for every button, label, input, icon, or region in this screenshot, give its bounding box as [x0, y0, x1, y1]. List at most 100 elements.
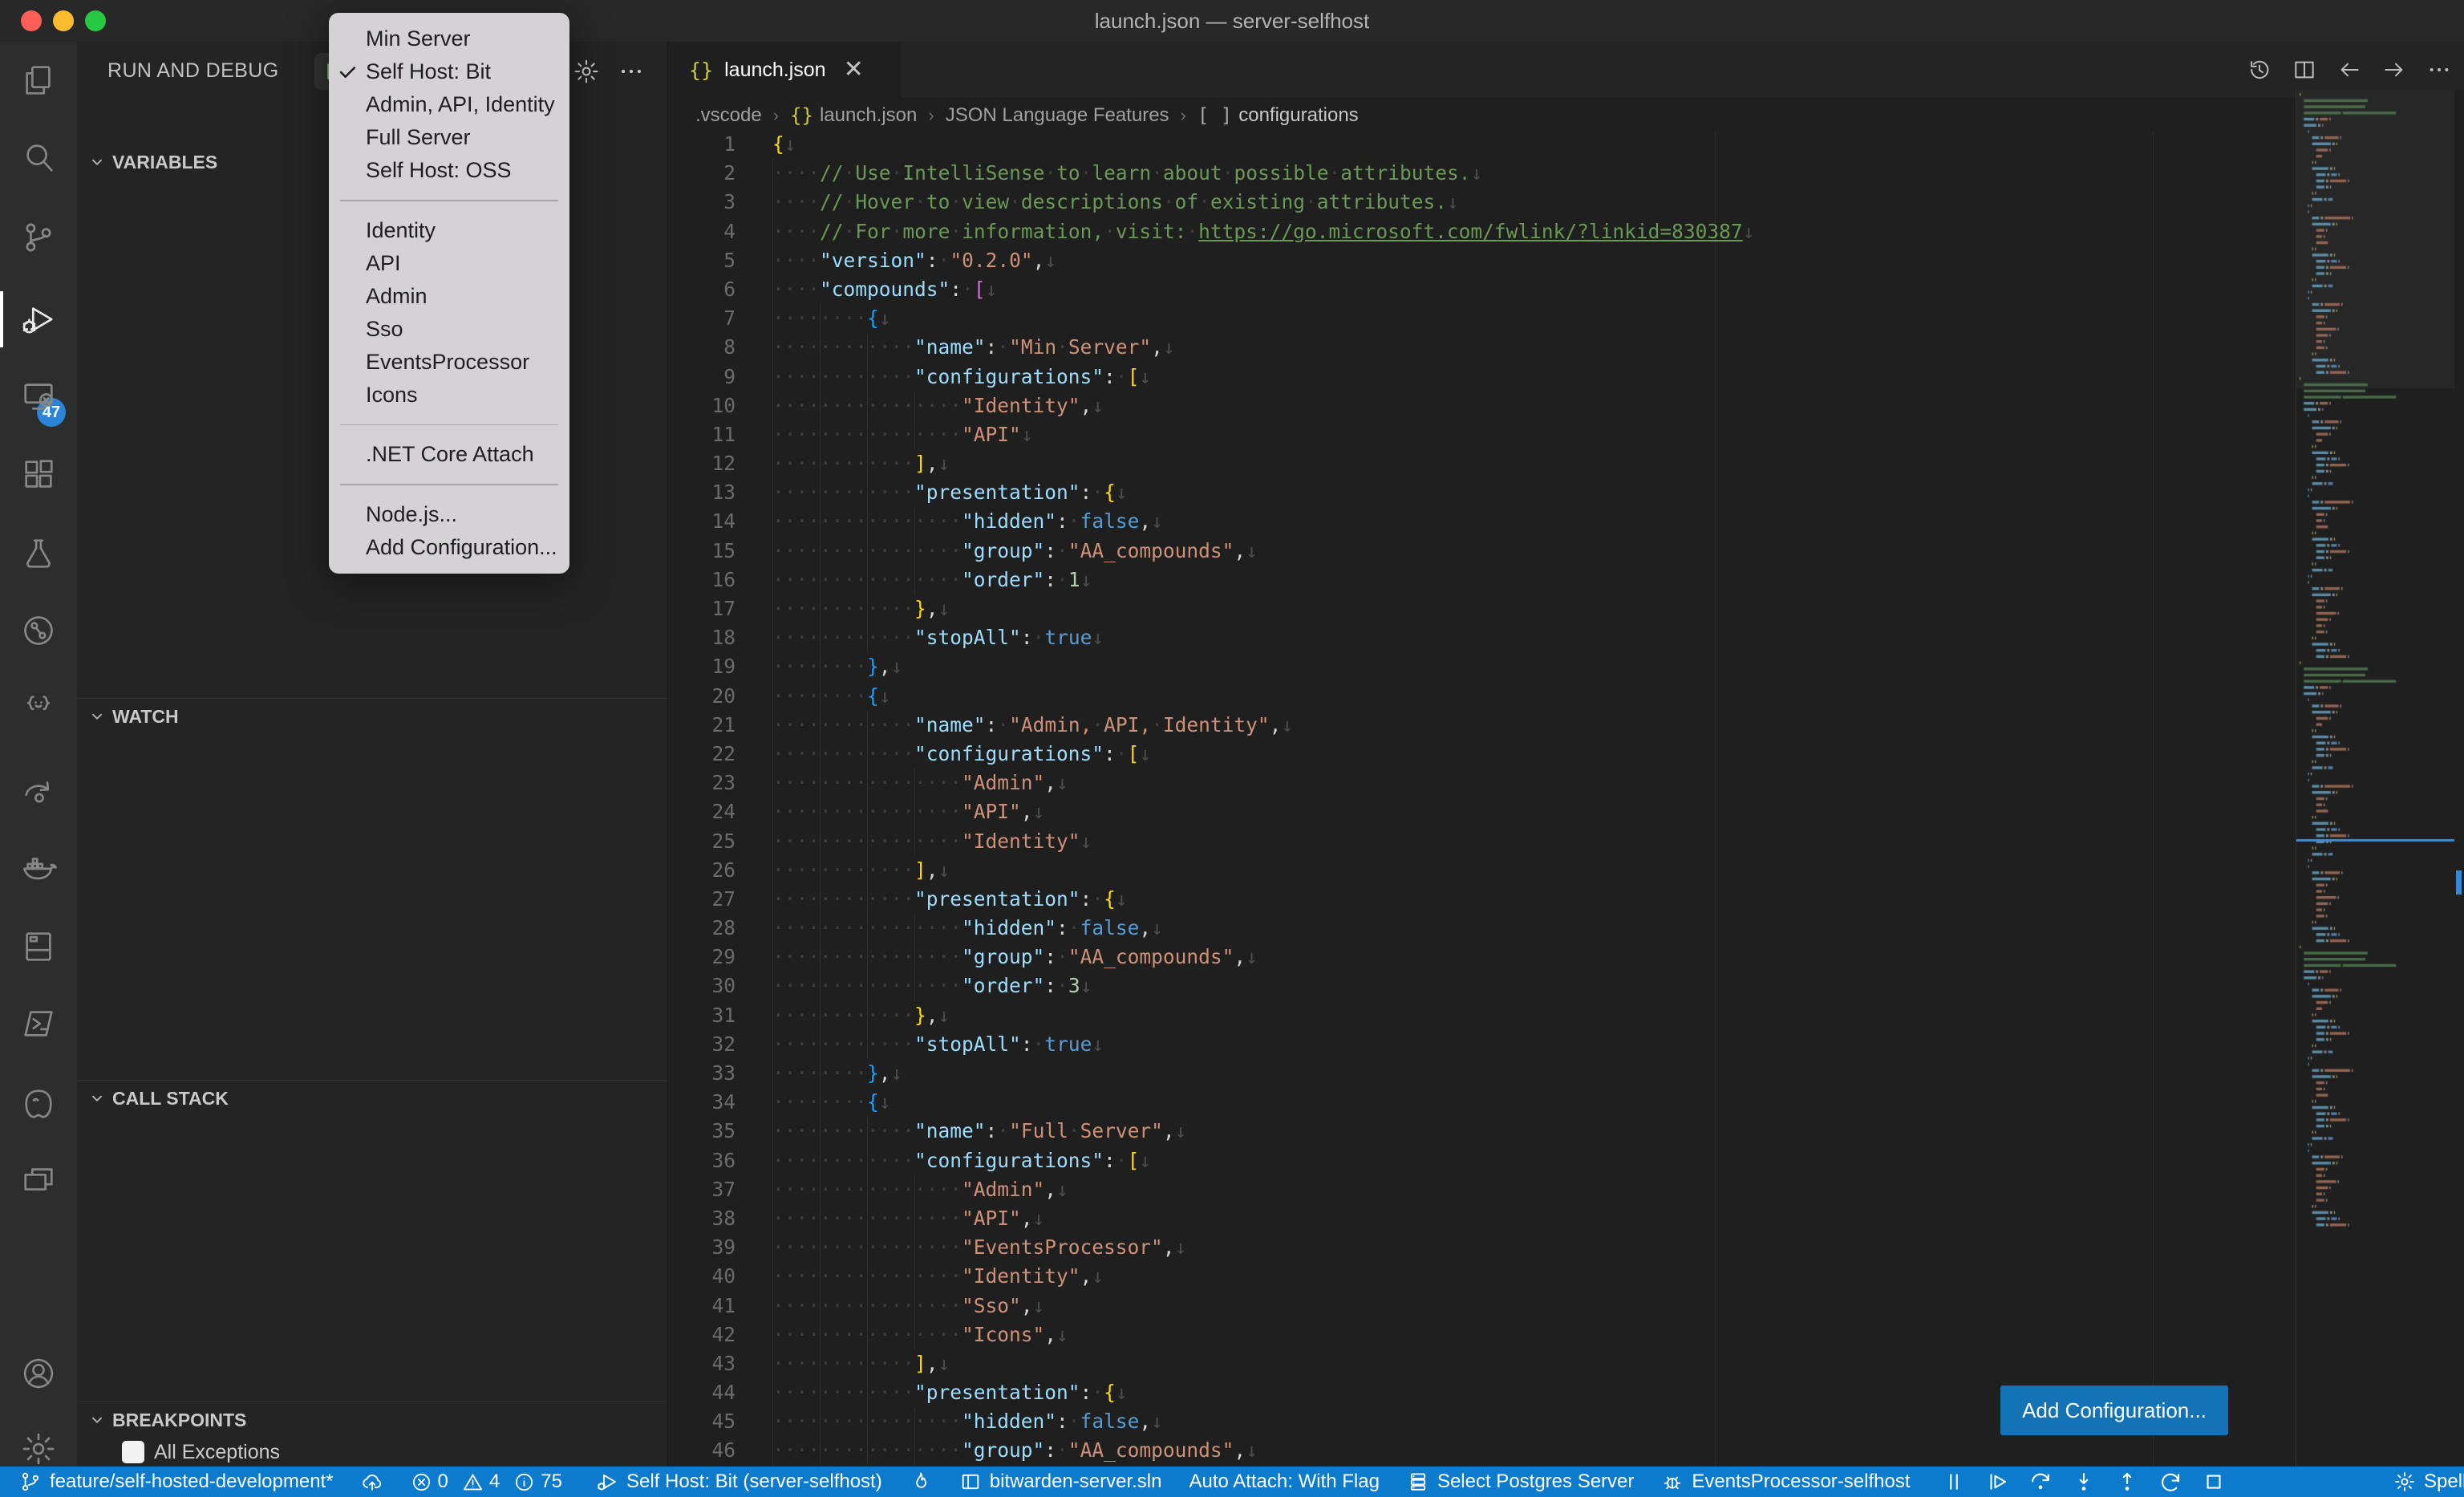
- debug-config-status[interactable]: Self Host: Bit (server-selfhost): [596, 1471, 882, 1493]
- activity-item-extension-storage[interactable]: [0, 913, 77, 980]
- code-line-11[interactable]: 11················"API"↓: [668, 420, 2296, 449]
- code-line-5[interactable]: 5····"version":·"0.2.0",↓: [668, 246, 2296, 275]
- code-line-26[interactable]: 26············],↓: [668, 856, 2296, 885]
- code-line-46[interactable]: 46················"group":·"AA_compounds…: [668, 1436, 2296, 1465]
- step-into-button[interactable]: [2072, 1470, 2096, 1494]
- code-line-42[interactable]: 42················"Icons",↓: [668, 1321, 2296, 1349]
- solution-status[interactable]: bitwarden-server.sln: [959, 1471, 1162, 1493]
- code-line-19[interactable]: 19········},↓: [668, 652, 2296, 681]
- activity-item-search[interactable]: [0, 124, 77, 191]
- code-line-21[interactable]: 21············"name":·"Admin,·API,·Ident…: [668, 711, 2296, 740]
- sidebar-more-actions-button[interactable]: [613, 53, 650, 90]
- activity-item-extension-circle-branch[interactable]: [0, 597, 77, 664]
- more-actions-button[interactable]: [2426, 56, 2453, 83]
- menu-item-admin-api-identity[interactable]: Admin, API, Identity: [329, 88, 569, 121]
- code-line-2[interactable]: 2····//·Use·IntelliSense·to·learn·about·…: [668, 159, 2296, 188]
- menu-item-identity[interactable]: Identity: [329, 214, 569, 247]
- code-line-1[interactable]: 1{↓: [668, 130, 2296, 159]
- menu-item-self-host-bit[interactable]: Self Host: Bit: [329, 55, 569, 88]
- code-line-28[interactable]: 28················"hidden":·false,↓: [668, 914, 2296, 943]
- code-line-35[interactable]: 35············"name":·"Full·Server",↓: [668, 1117, 2296, 1146]
- problems-status[interactable]: 0475: [411, 1471, 569, 1493]
- code-line-25[interactable]: 25················"Identity"↓: [668, 827, 2296, 856]
- timeline-button[interactable]: [2246, 56, 2273, 83]
- continue-button[interactable]: [1985, 1470, 2009, 1494]
- breadcrumb-item-json-language-features[interactable]: JSON Language Features: [946, 104, 1169, 127]
- menu-item-net-core-attach[interactable]: .NET Core Attach: [329, 438, 569, 471]
- code-line-43[interactable]: 43············],↓: [668, 1349, 2296, 1378]
- split-editor-button[interactable]: [2291, 56, 2318, 83]
- spell-checker-status[interactable]: Spell: [2393, 1471, 2464, 1493]
- code-line-32[interactable]: 32············"stopAll":·true↓: [668, 1030, 2296, 1059]
- postgres-server-status[interactable]: Select Postgres Server: [1407, 1471, 1634, 1493]
- step-out-button[interactable]: [2115, 1470, 2139, 1494]
- code-line-40[interactable]: 40················"Identity",↓: [668, 1262, 2296, 1291]
- minimap[interactable]: [2296, 90, 2455, 1467]
- activity-item-explorer[interactable]: [0, 47, 77, 114]
- code-line-31[interactable]: 31············},↓: [668, 1001, 2296, 1030]
- debug-settings-gear-button[interactable]: [568, 53, 605, 90]
- code-line-15[interactable]: 15················"group":·"AA_compounds…: [668, 537, 2296, 566]
- menu-item-self-host-oss[interactable]: Self Host: OSS: [329, 154, 569, 187]
- navigate-forward-button[interactable]: [2381, 56, 2408, 83]
- activity-item-remote-explorer[interactable]: [0, 363, 77, 430]
- auto-attach-status[interactable]: Auto Attach: With Flag: [1189, 1471, 1379, 1493]
- code-line-4[interactable]: 4····//·For·more·information,·visit:·htt…: [668, 217, 2296, 246]
- menu-item-full-server[interactable]: Full Server: [329, 121, 569, 154]
- breakpoint-checkbox[interactable]: [122, 1441, 144, 1463]
- activity-item-extension-windows[interactable]: [0, 1147, 77, 1215]
- activity-item-postgresql[interactable]: [0, 1070, 77, 1138]
- menu-item-api[interactable]: API: [329, 247, 569, 280]
- activity-item-powershell[interactable]: [0, 990, 77, 1057]
- tab-close-icon[interactable]: ✕: [844, 58, 864, 82]
- pause-button[interactable]: [1942, 1470, 1966, 1494]
- sync-status[interactable]: [361, 1471, 383, 1493]
- restart-button[interactable]: [2158, 1470, 2182, 1494]
- code-line-6[interactable]: 6····"compounds":·[↓: [668, 275, 2296, 304]
- activity-item-testing[interactable]: [0, 520, 77, 587]
- tab-launch-json[interactable]: {} launch.json ✕: [668, 42, 901, 98]
- navigate-back-button[interactable]: [2336, 56, 2363, 83]
- scrollbar[interactable]: [2454, 90, 2464, 1467]
- menu-item-icons[interactable]: Icons: [329, 379, 569, 412]
- menu-item-nodejs[interactable]: Node.js...: [329, 498, 569, 531]
- code-line-12[interactable]: 12············],↓: [668, 449, 2296, 478]
- code-line-3[interactable]: 3····//·Hover·to·view·descriptions·of·ex…: [668, 188, 2296, 217]
- add-configuration-button[interactable]: Add Configuration...: [2000, 1385, 2228, 1435]
- menu-item-admin[interactable]: Admin: [329, 280, 569, 313]
- activity-item-source-control[interactable]: 47: [0, 204, 77, 271]
- menu-item-sso[interactable]: Sso: [329, 313, 569, 346]
- section-header-breakpoints[interactable]: BREAKPOINTS: [77, 1402, 667, 1438]
- code-line-34[interactable]: 34········{↓: [668, 1088, 2296, 1117]
- activity-item-live-share[interactable]: [0, 756, 77, 823]
- menu-item-min-server[interactable]: Min Server: [329, 22, 569, 55]
- code-line-18[interactable]: 18············"stopAll":·true↓: [668, 623, 2296, 652]
- code-line-37[interactable]: 37················"Admin",↓: [668, 1175, 2296, 1204]
- code-line-33[interactable]: 33········},↓: [668, 1059, 2296, 1088]
- breadcrumb-item-launch-json[interactable]: {}launch.json: [790, 104, 917, 127]
- code-line-14[interactable]: 14················"hidden":·false,↓: [668, 507, 2296, 536]
- code-line-41[interactable]: 41················"Sso",↓: [668, 1292, 2296, 1321]
- code-line-17[interactable]: 17············},↓: [668, 594, 2296, 623]
- code-line-30[interactable]: 30················"order":·3↓: [668, 972, 2296, 1000]
- code-line-24[interactable]: 24················"API",↓: [668, 797, 2296, 826]
- activity-item-accounts[interactable]: [0, 1340, 77, 1407]
- activity-item-extensions[interactable]: [0, 441, 77, 509]
- section-header-call-stack[interactable]: CALL STACK: [77, 1080, 667, 1116]
- activity-item-run-and-debug[interactable]: [0, 286, 77, 353]
- code-editor[interactable]: 1{↓2····//·Use·IntelliSense·to·learn·abo…: [668, 130, 2296, 1467]
- menu-item-add-configuration[interactable]: Add Configuration...: [329, 531, 569, 564]
- section-header-watch[interactable]: WATCH: [77, 698, 667, 734]
- code-line-7[interactable]: 7········{↓: [668, 304, 2296, 333]
- stop-button[interactable]: [2202, 1470, 2226, 1494]
- activity-item-docker[interactable]: [0, 833, 77, 900]
- breadcrumb-item--vscode[interactable]: .vscode: [695, 104, 762, 127]
- menu-item-eventsprocessor[interactable]: EventsProcessor: [329, 346, 569, 379]
- step-over-button[interactable]: [2028, 1470, 2053, 1494]
- code-line-13[interactable]: 13············"presentation":·{↓: [668, 478, 2296, 507]
- code-line-38[interactable]: 38················"API",↓: [668, 1204, 2296, 1233]
- activity-item-extension-brackets[interactable]: [0, 674, 77, 741]
- code-line-27[interactable]: 27············"presentation":·{↓: [668, 885, 2296, 914]
- code-line-39[interactable]: 39················"EventsProcessor",↓: [668, 1233, 2296, 1262]
- code-line-9[interactable]: 9············"configurations":·[↓: [668, 363, 2296, 391]
